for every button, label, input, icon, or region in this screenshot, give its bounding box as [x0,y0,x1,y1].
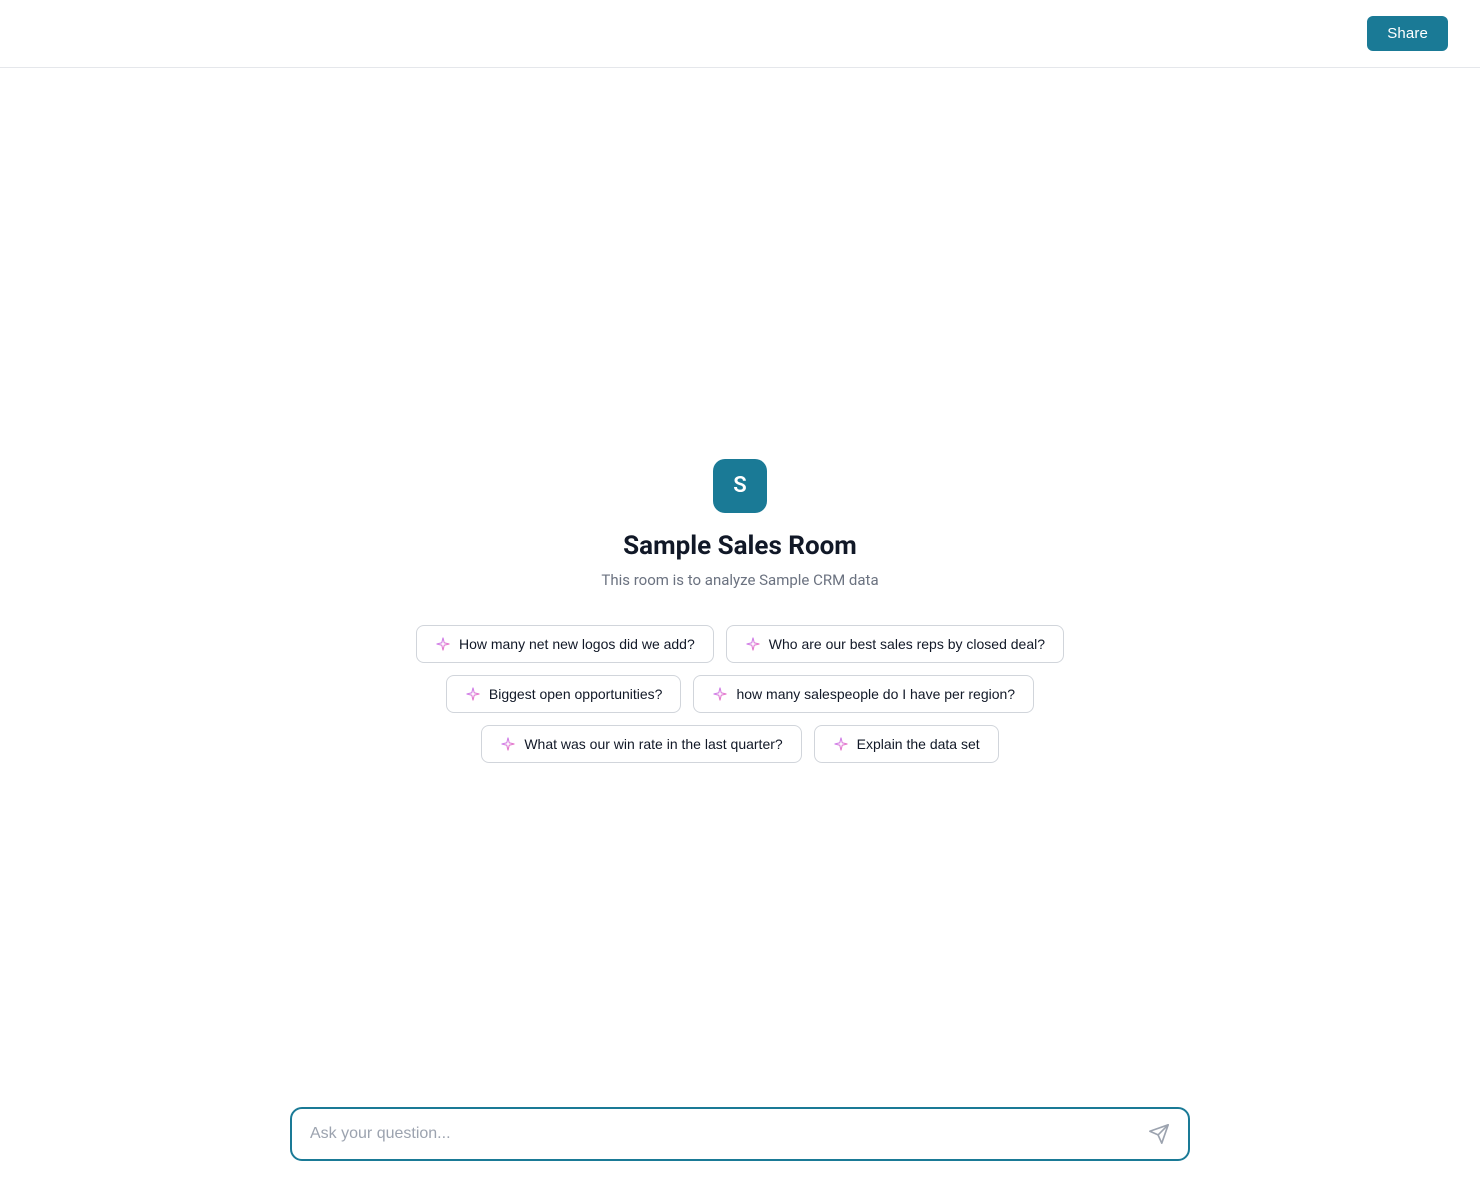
room-subtitle: This room is to analyze Sample CRM data [601,571,878,589]
sparkle-icon [712,686,728,702]
suggestion-label-s1: How many net new logos did we add? [459,636,695,652]
bottom-bar [0,1083,1480,1193]
suggestion-btn-s1[interactable]: How many net new logos did we add? [416,625,714,663]
sparkle-icon [435,636,451,652]
main-content: S Sample Sales Room This room is to anal… [0,68,1480,1073]
suggestion-row-0: How many net new logos did we add? Who a… [416,625,1064,663]
sparkle-icon [745,636,761,652]
suggestions-container: How many net new logos did we add? Who a… [350,625,1130,763]
sparkle-icon [465,686,481,702]
suggestion-btn-s5[interactable]: What was our win rate in the last quarte… [481,725,801,763]
send-button[interactable] [1148,1123,1170,1145]
suggestion-row-2: What was our win rate in the last quarte… [481,725,998,763]
suggestion-row-1: Biggest open opportunities? how many sal… [446,675,1034,713]
suggestion-btn-s3[interactable]: Biggest open opportunities? [446,675,682,713]
header: Share [0,0,1480,68]
suggestion-label-s2: Who are our best sales reps by closed de… [769,636,1045,652]
question-input[interactable] [310,1125,1138,1143]
suggestion-btn-s4[interactable]: how many salespeople do I have per regio… [693,675,1034,713]
suggestion-btn-s2[interactable]: Who are our best sales reps by closed de… [726,625,1064,663]
share-button[interactable]: Share [1367,16,1448,51]
suggestion-label-s6: Explain the data set [857,736,980,752]
room-icon: S [713,459,767,513]
room-icon-letter: S [733,473,746,498]
suggestion-label-s3: Biggest open opportunities? [489,686,663,702]
suggestion-label-s5: What was our win rate in the last quarte… [524,736,782,752]
sparkle-icon [833,736,849,752]
suggestion-btn-s6[interactable]: Explain the data set [814,725,999,763]
send-icon [1148,1123,1170,1145]
room-title: Sample Sales Room [623,531,857,561]
sparkle-icon [500,736,516,752]
input-wrapper [290,1107,1190,1161]
suggestion-label-s4: how many salespeople do I have per regio… [736,686,1015,702]
